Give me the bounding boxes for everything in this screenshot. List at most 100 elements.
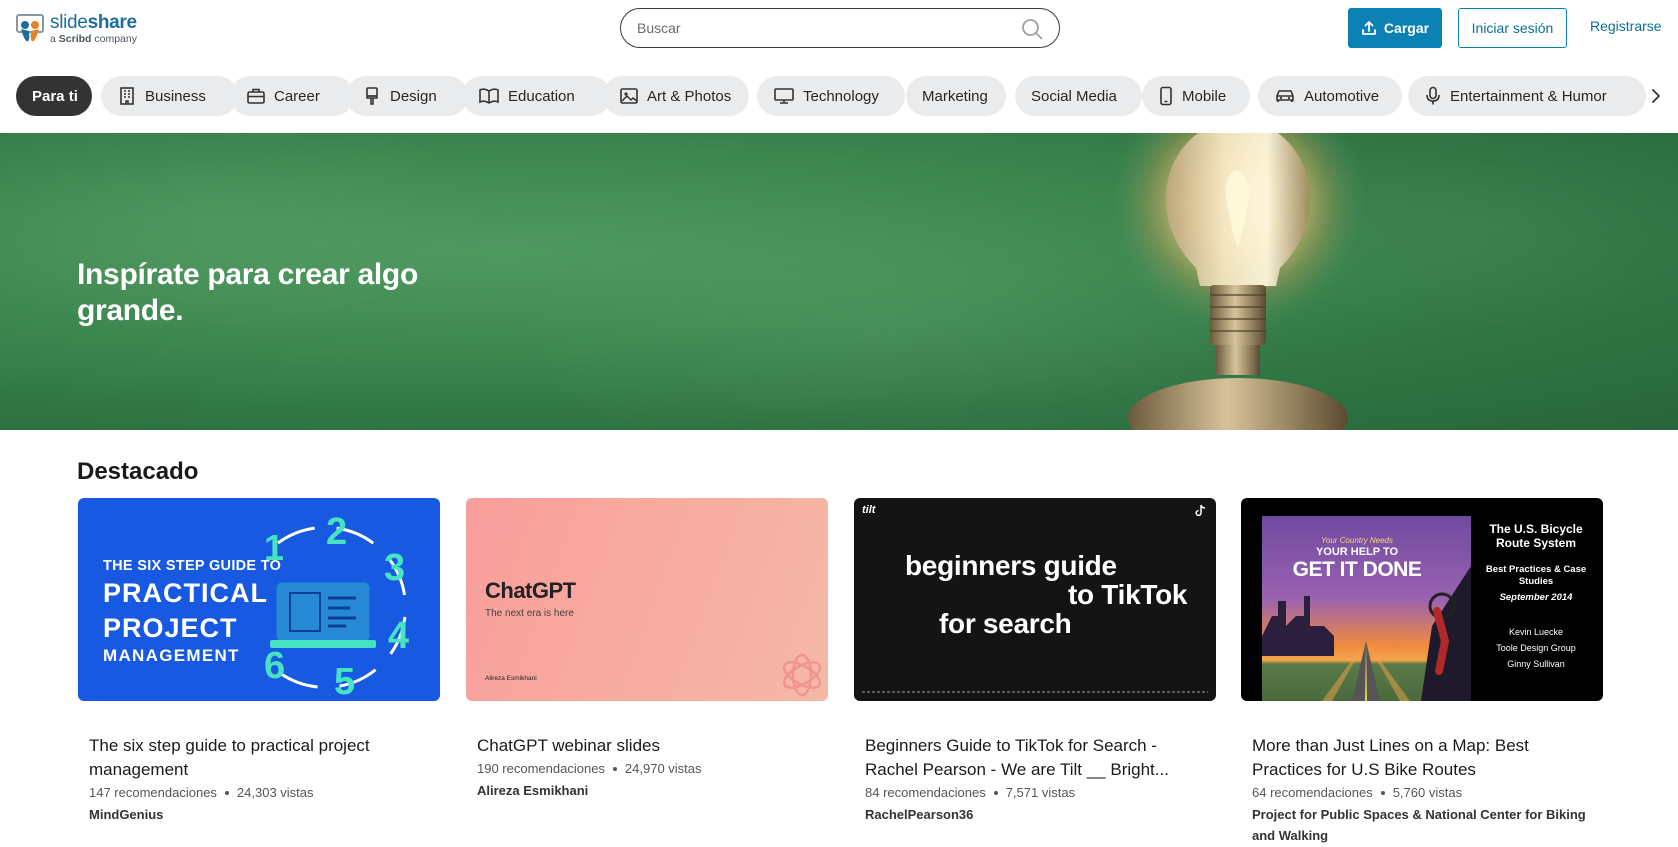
step-number: 6: [264, 645, 285, 687]
category-chip-social-media[interactable]: Social Media: [1015, 76, 1142, 116]
card-stats: 84 recomendaciones 7,571 vistas: [865, 785, 1216, 800]
register-link[interactable]: Registrarse: [1590, 18, 1662, 34]
open-book-icon: [479, 88, 499, 104]
category-chip-label: Technology: [803, 87, 879, 105]
thumb-line: to TikTok: [1068, 579, 1188, 610]
card-author[interactable]: RachelPearson36: [865, 804, 1210, 825]
views-count: 5,760 vistas: [1392, 785, 1463, 800]
category-chip-mobile[interactable]: Mobile: [1142, 76, 1250, 116]
card-stats: 147 recomendaciones 24,303 vistas: [89, 785, 440, 800]
top-header: slideshare a Scribd company Cargar Inici…: [0, 0, 1678, 60]
cover-name: Toole Design Group: [1496, 643, 1576, 653]
microphone-icon: [1426, 86, 1440, 105]
upload-button[interactable]: Cargar: [1348, 8, 1442, 48]
views-count: 24,970 vistas: [624, 761, 702, 776]
category-bar: Para ti Business Career Design Education…: [16, 76, 1646, 116]
category-chip-career[interactable]: Career: [230, 76, 354, 116]
category-chip-para-ti[interactable]: Para ti: [16, 76, 92, 116]
card-author[interactable]: Project for Public Spaces & National Cen…: [1252, 804, 1597, 846]
views-count: 24,303 vistas: [236, 785, 314, 800]
thumb-author: Alireza Esmikhani: [485, 675, 537, 682]
category-chip-technology[interactable]: Technology: [757, 76, 905, 116]
category-chip-label: Marketing: [922, 87, 988, 105]
category-chip-design[interactable]: Design: [346, 76, 468, 116]
tiktok-icon: [1195, 504, 1206, 517]
featured-card[interactable]: tilt beginners guide to TikTok for searc…: [854, 498, 1216, 825]
search-box: [620, 8, 1060, 48]
briefcase-icon: [247, 88, 265, 104]
thumb-brand: tilt: [862, 504, 876, 516]
cover-title: The U.S. Bicycle Route System: [1489, 522, 1583, 550]
thumb-subtitle: The next era is here: [485, 608, 574, 619]
category-chip-label: Career: [274, 87, 320, 105]
category-chip-label: Mobile: [1182, 87, 1227, 105]
card-thumbnail[interactable]: tilt beginners guide to TikTok for searc…: [854, 498, 1216, 701]
card-author[interactable]: MindGenius: [89, 804, 434, 825]
paintbrush-icon: [366, 87, 378, 105]
poster-mid-text: YOUR HELP TO: [1315, 546, 1399, 558]
cover-name: Kevin Luecke: [1508, 627, 1564, 637]
chevron-right-icon[interactable]: [1646, 86, 1666, 106]
step-number: 5: [334, 661, 355, 701]
separator-dot: [612, 766, 617, 771]
card-stats: 64 recomendaciones 5,760 vistas: [1252, 785, 1603, 800]
openai-logo-icon: [782, 653, 822, 697]
recommendations-count: 190 recomendaciones: [477, 761, 605, 776]
upload-icon: [1362, 21, 1376, 35]
laptop-cycle-illustration: 1 2 3 4 5 6: [264, 511, 409, 701]
step-number: 3: [384, 547, 405, 589]
poster-illustration: Your Country Needs YOUR HELP TO GET IT D…: [1262, 516, 1471, 701]
separator-dot: [1380, 790, 1385, 795]
thumb-line: for search: [939, 608, 1072, 639]
separator-dot: [993, 790, 998, 795]
cover-date: September 2014: [1499, 592, 1573, 603]
step-number: 4: [388, 615, 409, 657]
card-title[interactable]: The six step guide to practical project …: [89, 734, 434, 782]
cover-name: Ginny Sullivan: [1507, 659, 1565, 669]
car-icon: [1276, 90, 1294, 102]
thumb-line: beginners guide: [905, 550, 1117, 581]
featured-card[interactable]: ChatGPT The next era is here Alireza Esm…: [466, 498, 828, 801]
views-count: 7,571 vistas: [1005, 785, 1076, 800]
card-thumbnail[interactable]: ChatGPT The next era is here Alireza Esm…: [466, 498, 828, 701]
card-title[interactable]: More than Just Lines on a Map: Best Prac…: [1252, 734, 1597, 782]
upload-button-label: Cargar: [1383, 20, 1430, 36]
category-chip-art-photos[interactable]: Art & Photos: [603, 76, 749, 116]
hero-title: Inspírate para crear algo grande.: [77, 258, 418, 327]
phone-icon: [1160, 86, 1172, 106]
category-chip-entertainment-humor[interactable]: Entertainment & Humor: [1408, 76, 1646, 116]
step-number: 1: [264, 527, 284, 568]
category-chip-label: Social Media: [1031, 87, 1117, 105]
section-title: Destacado: [77, 458, 199, 485]
card-thumbnail[interactable]: THE SIX STEP GUIDE TO PRACTICAL PROJECT …: [78, 498, 440, 701]
poster-top-text: Your Country Needs: [1320, 536, 1394, 545]
category-chip-label: Art & Photos: [647, 87, 732, 105]
card-title[interactable]: Beginners Guide to TikTok for Search - R…: [865, 734, 1210, 782]
login-button[interactable]: Iniciar sesión: [1458, 8, 1567, 48]
separator-dot: [224, 790, 229, 795]
image-icon: [620, 88, 638, 104]
category-chip-business[interactable]: Business: [101, 76, 238, 116]
slideshare-logo[interactable]: slideshare a Scribd company: [16, 12, 137, 46]
logo-subtitle: a Scribd company: [50, 33, 137, 46]
category-chip-label: Para ti: [32, 87, 78, 105]
category-chip-label: Design: [390, 87, 437, 105]
card-stats: 190 recomendaciones 24,970 vistas: [477, 761, 828, 776]
featured-card[interactable]: Your Country Needs YOUR HELP TO GET IT D…: [1241, 498, 1603, 846]
category-chip-marketing[interactable]: Marketing: [906, 76, 1006, 116]
search-icon[interactable]: [1021, 18, 1043, 40]
cover-text: The U.S. Bicycle Route System Best Pract…: [1476, 522, 1596, 669]
step-number: 2: [326, 511, 347, 553]
category-chip-automotive[interactable]: Automotive: [1258, 76, 1402, 116]
search-input[interactable]: [637, 17, 1007, 39]
category-chip-education[interactable]: Education: [462, 76, 611, 116]
cover-subtitle: Best Practices & Case Studies: [1485, 564, 1587, 587]
logo-text: slideshare a Scribd company: [50, 13, 137, 45]
card-author[interactable]: Alireza Esmikhani: [477, 780, 822, 801]
featured-card[interactable]: THE SIX STEP GUIDE TO PRACTICAL PROJECT …: [78, 498, 440, 825]
slideshare-logo-icon: [16, 14, 44, 44]
building-icon: [120, 87, 134, 105]
card-title[interactable]: ChatGPT webinar slides: [477, 734, 822, 758]
monitor-icon: [774, 88, 794, 104]
card-thumbnail[interactable]: Your Country Needs YOUR HELP TO GET IT D…: [1241, 498, 1603, 701]
